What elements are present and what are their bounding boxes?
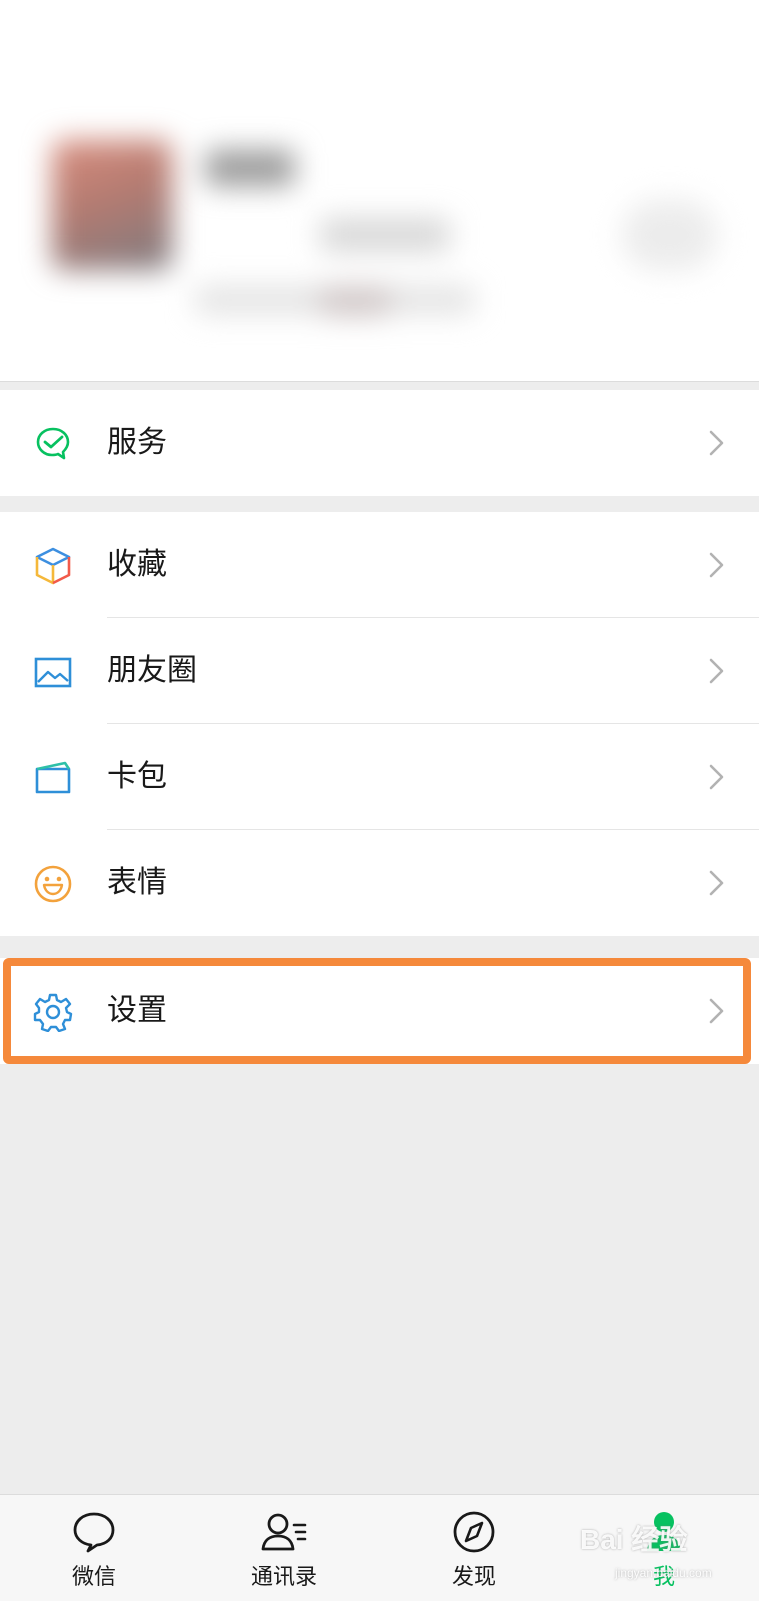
menu-item-stickers[interactable]: 表情 [0, 830, 759, 936]
menu-group-main: 收藏 朋友圈 卡包 表情 [0, 512, 759, 936]
tab-chats[interactable]: 微信 [19, 1495, 169, 1601]
chevron-right-icon [705, 657, 729, 685]
profile-blurred-content [0, 0, 759, 381]
profile-status-accent [320, 286, 390, 316]
menu-item-label: 朋友圈 [107, 653, 197, 688]
chevron-right-icon [705, 429, 729, 457]
chat-bubble-icon [70, 1509, 118, 1555]
menu-item-favorites[interactable]: 收藏 [0, 512, 759, 618]
menu-item-settings[interactable]: 设置 [0, 958, 759, 1064]
menu-item-label: 卡包 [107, 759, 167, 794]
menu-item-label: 表情 [107, 865, 167, 900]
menu-group-services: 服务 [0, 390, 759, 496]
wechat-me-screen: 服务 收藏 朋友圈 卡包 表情 设置 微信 通讯录 发现 我 Bai 经验 ji… [0, 0, 759, 1601]
chevron-right-icon [705, 869, 729, 897]
tab-contacts[interactable]: 通讯录 [209, 1495, 359, 1601]
contacts-icon [260, 1509, 308, 1555]
avatar [52, 140, 172, 270]
tab-label: 发现 [451, 1565, 496, 1590]
baidu-watermark-url: jingyan.baidu.com [615, 1566, 712, 1580]
wechat-pay-check-icon [33, 424, 73, 464]
chevron-right-icon [705, 763, 729, 791]
chevron-right-icon [705, 997, 729, 1025]
gear-icon [33, 992, 73, 1032]
menu-item-services[interactable]: 服务 [0, 390, 759, 496]
tab-discover[interactable]: 发现 [399, 1495, 549, 1601]
tab-label: 通讯录 [250, 1565, 317, 1590]
qr-code-icon[interactable] [622, 200, 717, 270]
menu-group-settings: 设置 [0, 958, 759, 1064]
menu-item-label: 收藏 [107, 547, 167, 582]
menu-item-card-wallet[interactable]: 卡包 [0, 724, 759, 830]
profile-name [205, 150, 295, 186]
card-wallet-icon [33, 758, 73, 798]
profile-header[interactable] [0, 0, 759, 382]
tab-label: 微信 [71, 1565, 116, 1590]
menu-item-label: 服务 [107, 425, 167, 460]
compass-icon [450, 1509, 498, 1555]
menu-item-moments[interactable]: 朋友圈 [0, 618, 759, 724]
smiley-face-icon [33, 864, 73, 904]
favorites-cube-icon [33, 546, 73, 586]
baidu-watermark: Bai 经验 [580, 1524, 688, 1555]
chevron-right-icon [705, 551, 729, 579]
moments-image-icon [33, 652, 73, 692]
menu-item-label: 设置 [107, 993, 167, 1028]
profile-wechat-id [320, 218, 450, 252]
